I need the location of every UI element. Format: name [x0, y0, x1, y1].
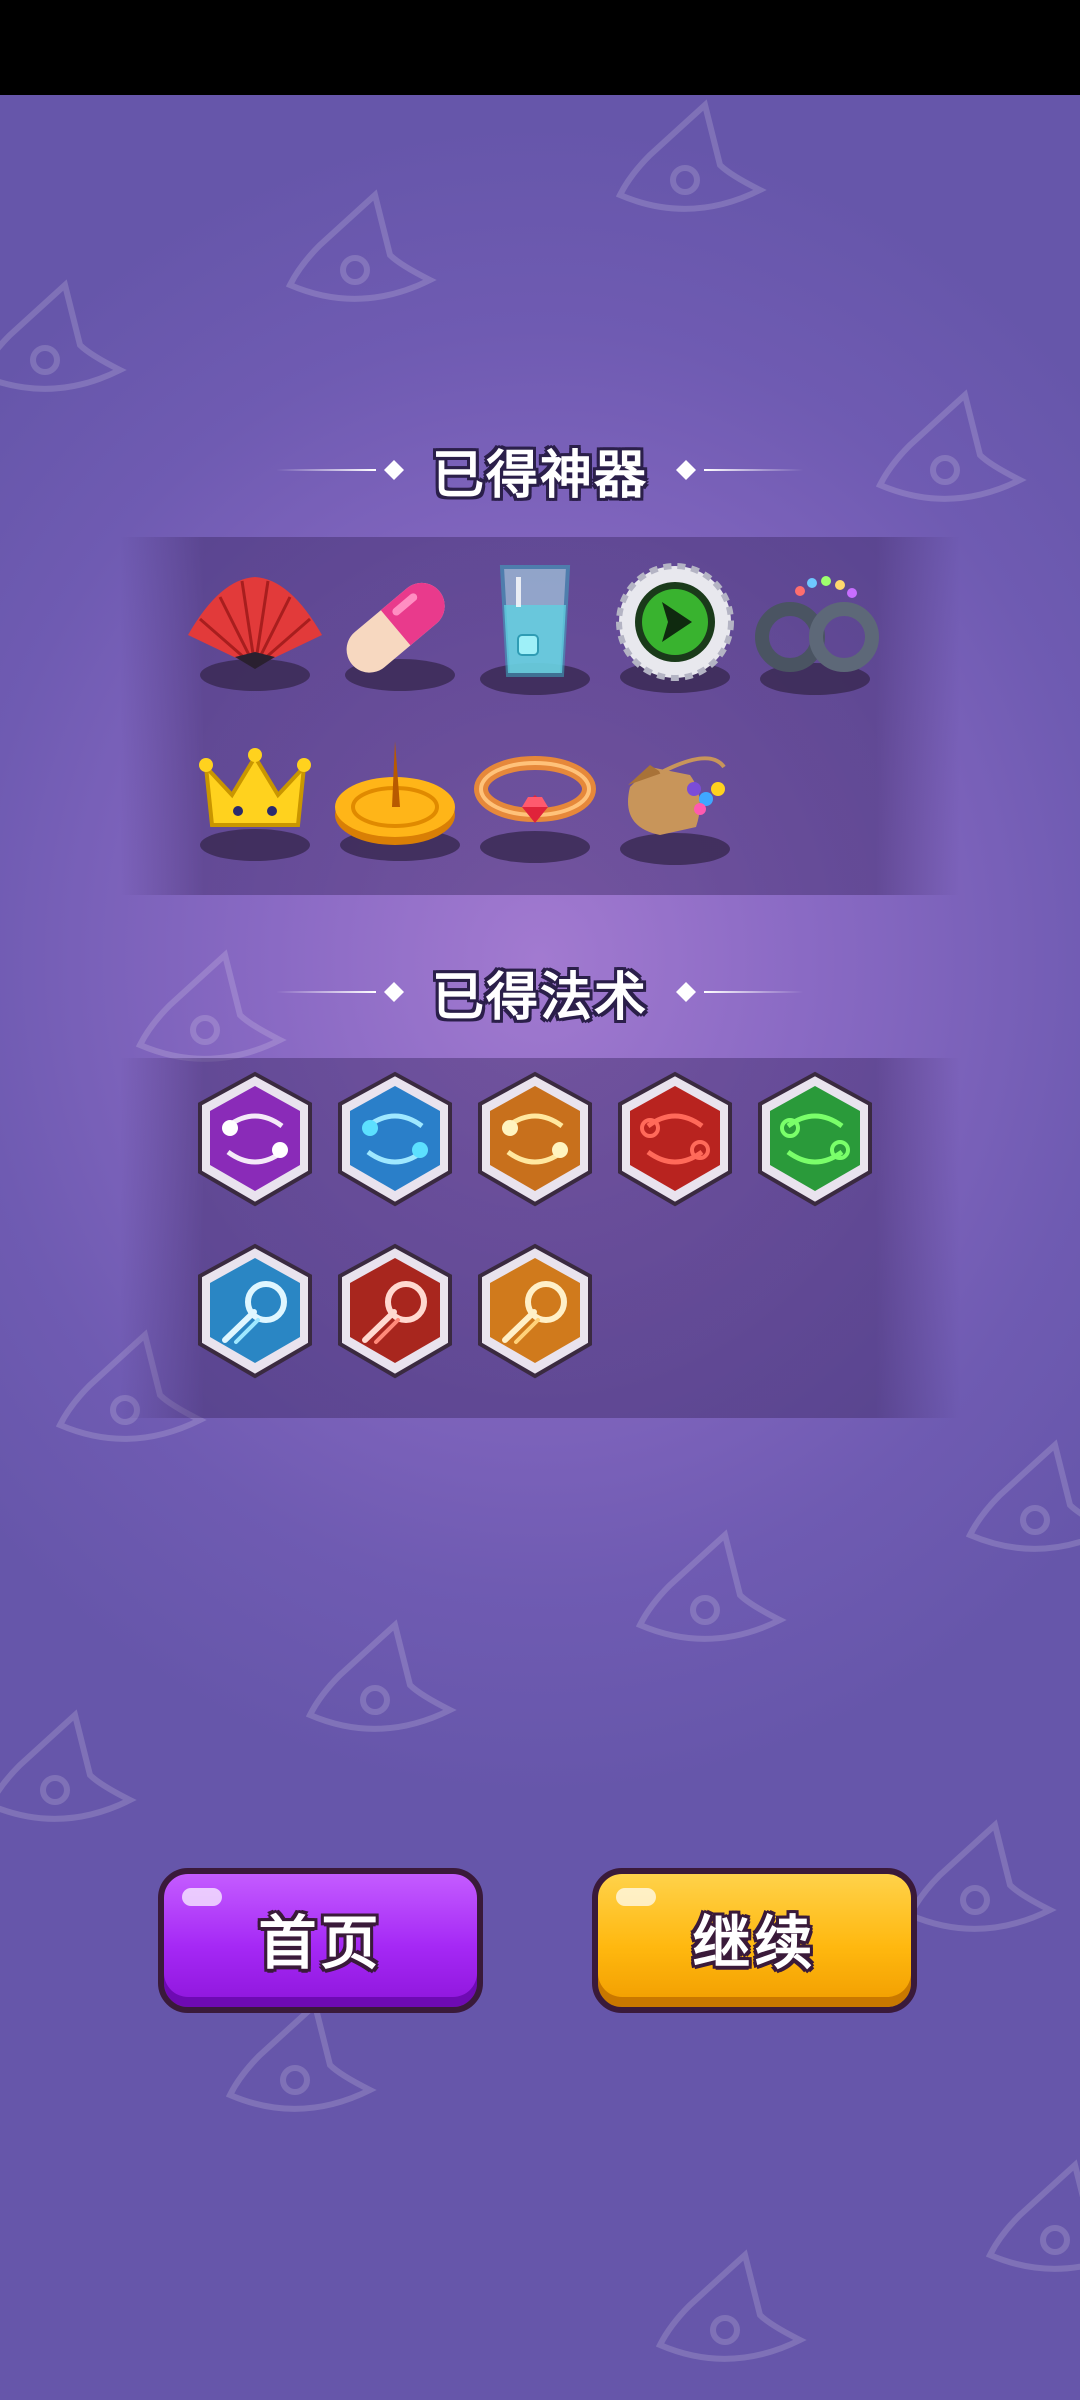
spell-slot[interactable]	[740, 1068, 890, 1218]
wizard-hat-watermark-icon	[615, 99, 767, 212]
artifact-slot[interactable]	[320, 727, 470, 877]
spell-slot[interactable]	[460, 1068, 610, 1218]
spell-slot[interactable]	[600, 1068, 750, 1218]
blue-comet-spell-icon	[198, 1243, 312, 1379]
wizard-hat-watermark-icon	[0, 279, 127, 392]
blue-orbit-spell-icon	[338, 1071, 452, 1207]
home-button-label: 首页	[258, 1908, 383, 1977]
wizard-hat-watermark-icon	[985, 2159, 1080, 2272]
artifact-slot[interactable]	[460, 727, 610, 877]
title-left-ornament-icon	[275, 982, 404, 1002]
ruby-ring-icon	[474, 756, 596, 863]
wizard-hat-watermark-icon	[655, 2249, 807, 2362]
artifact-slot[interactable]	[180, 557, 330, 707]
spell-slot[interactable]	[460, 1240, 610, 1390]
title-right-ornament-icon	[676, 982, 804, 1002]
red-folding-fan-icon	[188, 577, 322, 691]
home-button[interactable]: 首页	[158, 1868, 483, 2013]
status-bar	[0, 0, 1080, 95]
spells-panel	[120, 1058, 960, 1418]
red-orbit-spell-icon	[618, 1071, 732, 1207]
artifact-slot[interactable]	[180, 727, 330, 877]
artifacts-panel	[120, 537, 960, 895]
artifacts-title: 已得神器	[431, 445, 648, 506]
handcuffs-with-gems-icon	[755, 576, 879, 695]
wizard-hat-watermark-icon	[635, 1529, 787, 1642]
artifact-slot[interactable]	[460, 557, 610, 707]
sundial-icon	[335, 741, 460, 861]
continue-button[interactable]: 继续	[592, 1868, 917, 2013]
wizard-hat-watermark-icon	[905, 1819, 1057, 1932]
orange-orbit-spell-icon	[478, 1071, 592, 1207]
wizard-hat-watermark-icon	[0, 1709, 137, 1822]
green-orbit-spell-icon	[758, 1071, 872, 1207]
gem-pouch-icon	[620, 756, 730, 865]
green-gear-emblem-icon	[616, 563, 734, 693]
artifact-slot[interactable]	[600, 557, 750, 707]
button-shine	[616, 1888, 656, 1906]
artifact-slot[interactable]	[740, 557, 890, 707]
pink-pill-capsule-icon	[345, 582, 455, 691]
wizard-hat-watermark-icon	[305, 1619, 457, 1732]
purple-orbit-spell-icon	[198, 1071, 312, 1207]
orange-comet-spell-icon	[478, 1243, 592, 1379]
continue-button-label: 继续	[692, 1908, 817, 1977]
wizard-hat-watermark-icon	[285, 189, 437, 302]
spells-header: 已得法术	[0, 952, 1080, 1032]
title-left-ornament-icon	[275, 460, 404, 480]
artifact-slot[interactable]	[320, 557, 470, 707]
golden-crown-icon	[199, 748, 311, 861]
button-shine	[182, 1888, 222, 1906]
artifacts-header: 已得神器	[0, 430, 1080, 510]
water-glass-icon	[480, 565, 590, 695]
spell-slot[interactable]	[320, 1240, 470, 1390]
spell-slot[interactable]	[180, 1240, 330, 1390]
spells-title: 已得法术	[431, 967, 648, 1028]
red-comet-spell-icon	[338, 1243, 452, 1379]
artifact-slot[interactable]	[600, 727, 750, 877]
wizard-hat-watermark-icon	[965, 1439, 1080, 1552]
wizard-hat-watermark-icon	[225, 1999, 377, 2112]
title-right-ornament-icon	[676, 460, 804, 480]
spell-slot[interactable]	[180, 1068, 330, 1218]
spell-slot[interactable]	[320, 1068, 470, 1218]
